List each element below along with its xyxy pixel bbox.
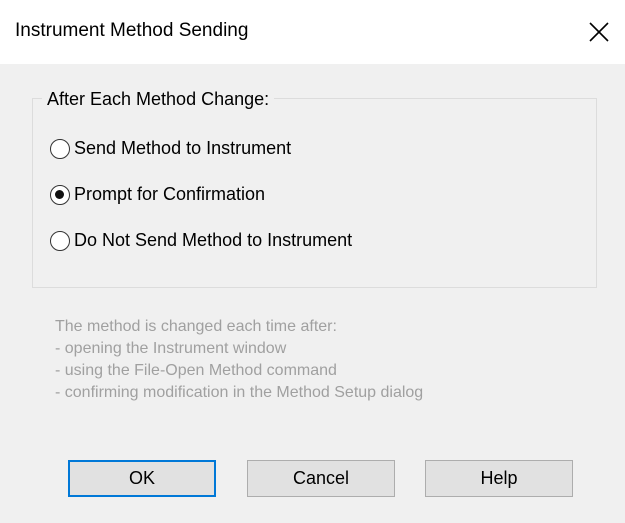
radio-label-do-not-send: Do Not Send Method to Instrument xyxy=(74,230,353,250)
info-text-line-2: - using the File-Open Method command xyxy=(55,362,337,379)
info-text-heading: The method is changed each time after: xyxy=(55,318,337,335)
radio-button-prompt-confirmation[interactable] xyxy=(50,184,70,205)
instrument-method-sending-dialog: Instrument Method Sending After Each Met… xyxy=(0,0,625,523)
ok-button[interactable]: OK xyxy=(68,460,216,497)
cancel-button[interactable]: Cancel xyxy=(247,460,395,497)
info-text-line-1: - opening the Instrument window xyxy=(55,340,287,357)
radio-button-send-method[interactable] xyxy=(50,138,70,159)
radio-do-not-send[interactable]: Do Not Send Method to Instrument xyxy=(50,230,352,251)
help-button[interactable]: Help xyxy=(425,460,573,497)
close-icon xyxy=(589,22,609,42)
info-text-line-3: - confirming modification in the Method … xyxy=(55,384,424,401)
radio-label-send-method: Send Method to Instrument xyxy=(74,138,292,158)
groupbox-legend: After Each Method Change: xyxy=(42,89,275,110)
radio-send-method[interactable]: Send Method to Instrument xyxy=(50,138,291,159)
radio-prompt-confirmation[interactable]: Prompt for Confirmation xyxy=(50,184,265,205)
window-title: Instrument Method Sending xyxy=(15,20,249,41)
radio-button-do-not-send[interactable] xyxy=(50,230,70,251)
close-button[interactable] xyxy=(573,8,625,56)
radio-label-prompt-confirmation: Prompt for Confirmation xyxy=(74,184,266,204)
title-bar: Instrument Method Sending xyxy=(0,0,625,64)
